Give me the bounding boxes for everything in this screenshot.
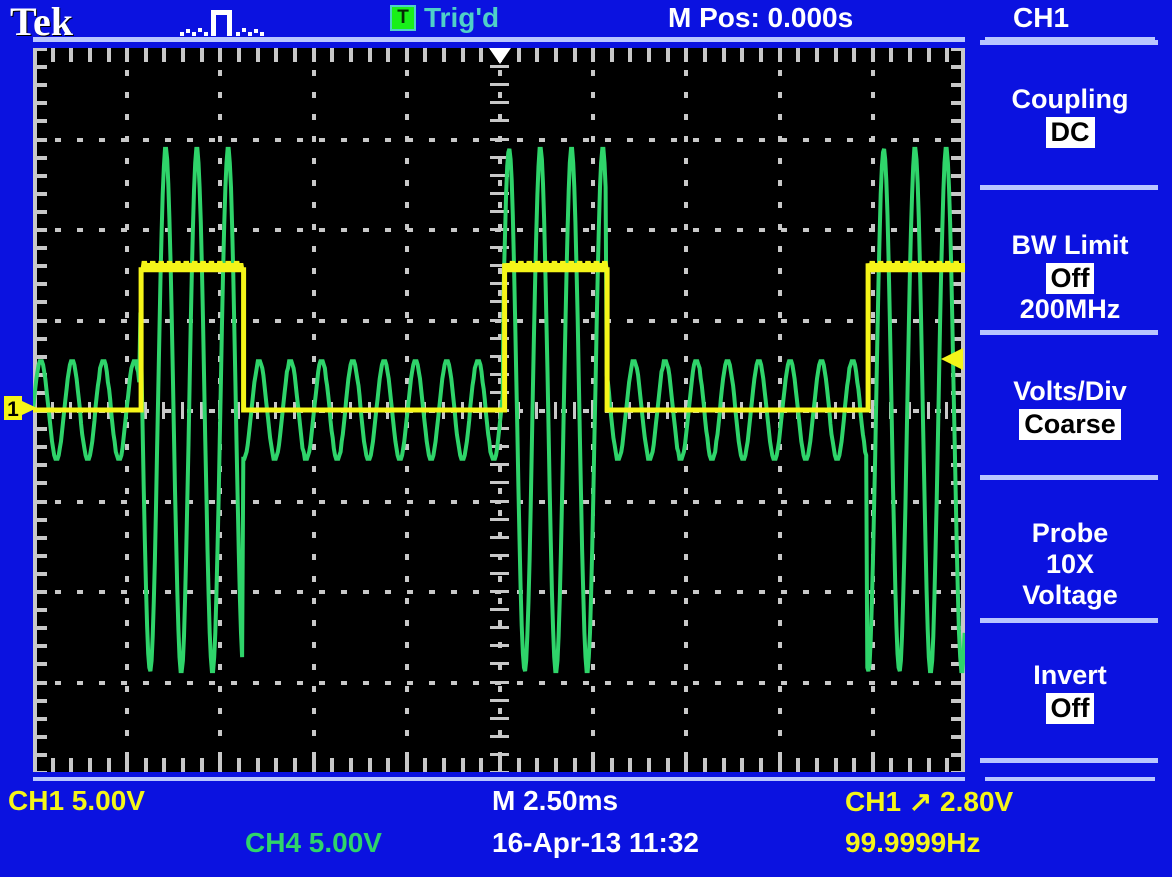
trigger-level-readout[interactable]: CH1 ↗ 2.80V: [845, 785, 1013, 818]
menu-item-probe[interactable]: Probe 10X Voltage: [975, 518, 1165, 611]
ch1-scale-readout[interactable]: CH1 5.00V: [8, 785, 145, 817]
menu-divider: [980, 40, 1158, 45]
waveform-graticule[interactable]: [33, 48, 965, 772]
datetime-readout: 16-Apr-13 11:32: [492, 827, 700, 858]
menu-divider: [980, 185, 1158, 190]
menu-item-probe-type: Voltage: [1022, 580, 1118, 610]
menu-item-volts-div-label: Volts/Div: [1013, 376, 1127, 406]
ch1-ground-marker[interactable]: 1: [4, 392, 50, 431]
horizontal-position-readout: M Pos: 0.000s: [668, 2, 854, 33]
menu-item-coupling-label: Coupling: [1011, 84, 1129, 114]
menu-divider: [980, 330, 1158, 335]
side-menu[interactable]: Coupling DC BW Limit Off 200MHz Volts/Di…: [975, 40, 1165, 780]
menu-item-probe-label: Probe: [1031, 518, 1109, 548]
side-menu-title: CH1: [1013, 2, 1070, 33]
status-bar-divider: [33, 777, 1155, 781]
menu-item-coupling-value[interactable]: DC: [1045, 117, 1095, 148]
menu-item-volts-div-value[interactable]: Coarse: [1019, 409, 1121, 440]
trigger-status-label: Trig'd: [424, 2, 500, 33]
menu-item-bw-limit[interactable]: BW Limit Off 200MHz: [975, 230, 1165, 325]
menu-item-invert-label: Invert: [1033, 660, 1107, 690]
trigger-status-icon-letter: T: [397, 7, 409, 28]
menu-divider: [980, 758, 1158, 763]
header-bar: Tek T Trig'd M Pos: 0.000s CH1: [0, 0, 1172, 44]
menu-item-bw-limit-label: BW Limit: [1011, 230, 1129, 260]
menu-item-invert[interactable]: Invert Off: [975, 660, 1165, 724]
menu-divider: [980, 475, 1158, 480]
menu-item-bw-limit-value[interactable]: Off: [1045, 263, 1095, 294]
menu-item-probe-attenuation: 10X: [1045, 549, 1095, 579]
timebase-readout[interactable]: M 2.50ms: [492, 785, 618, 817]
menu-divider: [980, 618, 1158, 623]
menu-item-bw-limit-sub: 200MHz: [1019, 294, 1121, 324]
svg-text:1: 1: [7, 398, 19, 421]
oscilloscope-screen: Tek T Trig'd M Pos: 0.000s CH1 1 Couplin…: [0, 0, 1172, 877]
frequency-readout: 99.9999Hz: [845, 827, 981, 858]
menu-item-volts-div[interactable]: Volts/Div Coarse: [975, 376, 1165, 440]
trigger-status-icon: T: [390, 5, 416, 31]
ch4-scale-readout[interactable]: CH4 5.00V: [245, 827, 382, 859]
menu-item-coupling[interactable]: Coupling DC: [975, 84, 1165, 148]
status-bar: CH1 5.00V CH4 5.00V M 2.50ms 16-Apr-13 1…: [0, 777, 1172, 877]
menu-item-invert-value[interactable]: Off: [1045, 693, 1095, 724]
